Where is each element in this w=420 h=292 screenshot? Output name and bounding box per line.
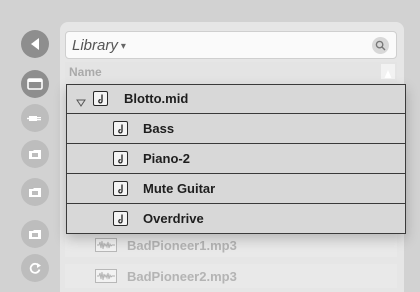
place-button-3[interactable]: [21, 220, 49, 248]
sort-icon[interactable]: [381, 64, 395, 79]
place-button-2[interactable]: [21, 178, 49, 206]
refresh-button[interactable]: [21, 254, 49, 282]
midi-file-label: Blotto.mid: [124, 91, 189, 106]
clip-row[interactable]: Bass: [67, 115, 405, 144]
folder-icon: [29, 188, 41, 197]
chevron-down-icon: ▾: [120, 41, 126, 52]
midi-note-icon: [113, 151, 128, 166]
search-field[interactable]: Library ▾: [65, 31, 397, 59]
folder-icon: [29, 150, 41, 159]
midi-note-icon: [113, 211, 128, 226]
folder-icon: [29, 230, 41, 239]
expanded-midi-file: Blotto.mid Bass Piano-2 Mute Guitar Over…: [66, 84, 406, 234]
plugins-button[interactable]: [21, 104, 49, 132]
list-item-label: BadPioneer1.mp3: [127, 238, 237, 253]
list-item[interactable]: BadPioneer2.mp3: [65, 264, 397, 288]
clip-label: Piano-2: [143, 151, 190, 166]
list-item-label: BadPioneer2.mp3: [127, 269, 237, 284]
column-name-label[interactable]: Name: [69, 65, 102, 79]
disclosure-triangle-icon[interactable]: [76, 94, 86, 112]
clip-label: Bass: [143, 121, 175, 136]
midi-note-icon: [93, 91, 108, 106]
back-button[interactable]: [21, 30, 49, 58]
audio-file-icon: [95, 238, 117, 257]
refresh-icon: [29, 262, 41, 274]
clip-row[interactable]: Piano-2: [67, 145, 405, 174]
search-icon[interactable]: [372, 37, 389, 54]
midi-note-icon: [113, 121, 128, 136]
browser-icon: [27, 78, 43, 90]
back-icon: [31, 38, 39, 50]
list-item[interactable]: BadPioneer1.mp3: [65, 233, 397, 257]
browser-button[interactable]: [21, 70, 49, 98]
clip-row[interactable]: Overdrive: [67, 205, 405, 234]
audio-file-icon: [95, 269, 117, 288]
search-location-label[interactable]: Library ▾: [72, 37, 126, 54]
browser-sidebar: [0, 0, 62, 290]
place-button-1[interactable]: [21, 140, 49, 168]
clip-label: Overdrive: [143, 211, 204, 226]
plugin-icon: [27, 116, 41, 121]
column-header: Name: [65, 62, 397, 82]
clip-row[interactable]: Mute Guitar: [67, 175, 405, 204]
clip-label: Mute Guitar: [143, 181, 216, 196]
midi-note-icon: [113, 181, 128, 196]
midi-file-row[interactable]: Blotto.mid: [67, 85, 405, 114]
